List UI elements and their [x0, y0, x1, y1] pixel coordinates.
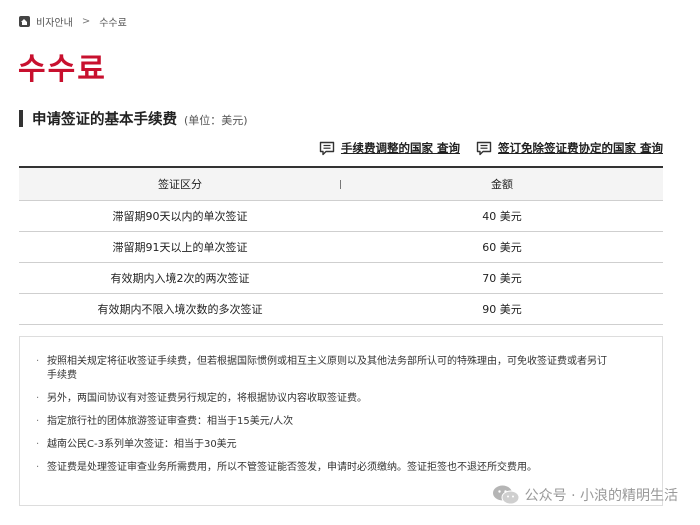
link-label: 手续费调整的国家 查询: [340, 141, 460, 155]
note-item: 签证费是处理签证审查业务所需费用，所以不管签证能否签发，申请时必须缴纳。签证拒签…: [36, 461, 611, 475]
section-heading-bar: [19, 110, 23, 127]
chat-icon: [319, 141, 335, 155]
column-header-visa-type: 签证区分: [19, 167, 341, 201]
table-row: 有效期内不限入境次数的多次签证 90 美元: [19, 293, 663, 325]
amount-cell: 60 美元: [341, 231, 663, 263]
visa-type-cell: 有效期内入境2次的两次签证: [19, 262, 341, 294]
wechat-icon: [492, 485, 520, 505]
note-item: 按照相关规定将征收签证手续费，但若根据国际惯例或相互主义原则以及其他法务部所认可…: [36, 355, 611, 383]
table-row: 滞留期91天以上的单次签证 60 美元: [19, 231, 663, 263]
link-label: 签订免除签证费协定的国家 查询: [497, 141, 663, 155]
fee-exemption-countries-link[interactable]: 签订免除签证费协定的国家 查询: [476, 140, 663, 156]
breadcrumb-item-visa-info[interactable]: 비자안내: [36, 14, 73, 29]
chat-icon: [476, 141, 492, 155]
breadcrumb-separator: >: [81, 16, 91, 27]
column-header-amount: 金额: [341, 167, 663, 201]
table-row: 有效期内入境2次的两次签证 70 美元: [19, 262, 663, 294]
amount-cell: 70 美元: [341, 262, 663, 294]
note-item: 另外，两国间协议有对签证费另行规定的，将根据协议内容收取签证费。: [36, 392, 611, 406]
visa-type-cell: 有效期内不限入境次数的多次签证: [19, 293, 341, 325]
page-title: 수수료: [18, 52, 107, 87]
query-links: 手续费调整的国家 查询 签订免除签证费协定的国家 查询: [319, 140, 663, 156]
breadcrumb-item-fees[interactable]: 수수료: [99, 14, 127, 29]
notes-box: 按照相关规定将征收签证手续费，但若根据国际惯例或相互主义原则以及其他法务部所认可…: [19, 336, 663, 506]
home-icon[interactable]: [19, 16, 30, 27]
watermark-text: 公众号 · 小浪的精明生活: [524, 488, 678, 504]
visa-type-cell: 滞留期91天以上的单次签证: [19, 231, 341, 263]
amount-cell: 40 美元: [341, 200, 663, 232]
note-item: 指定旅行社的团体旅游签证审查费：相当于15美元/人次: [36, 415, 611, 429]
amount-cell: 90 美元: [341, 293, 663, 325]
note-item: 越南公民C-3系列单次签证：相当于30美元: [36, 438, 611, 452]
breadcrumb: 비자안내 > 수수료: [19, 14, 127, 29]
fee-adjusted-countries-link[interactable]: 手续费调整的国家 查询: [319, 140, 460, 156]
table-header-row: 签证区分 金额: [19, 167, 663, 201]
section-heading: 申请签证的基本手续费 (单位：美元): [19, 108, 248, 129]
table-row: 滞留期90天以内的单次签证 40 美元: [19, 200, 663, 232]
watermark: 公众号 · 小浪的精明生活: [492, 484, 678, 506]
section-unit: (单位：美元): [184, 113, 248, 127]
fee-table: 签证区分 金额 滞留期90天以内的单次签证 40 美元 滞留期91天以上的单次签…: [19, 166, 663, 325]
section-title: 申请签证的基本手续费: [32, 112, 177, 128]
visa-type-cell: 滞留期90天以内的单次签证: [19, 200, 341, 232]
